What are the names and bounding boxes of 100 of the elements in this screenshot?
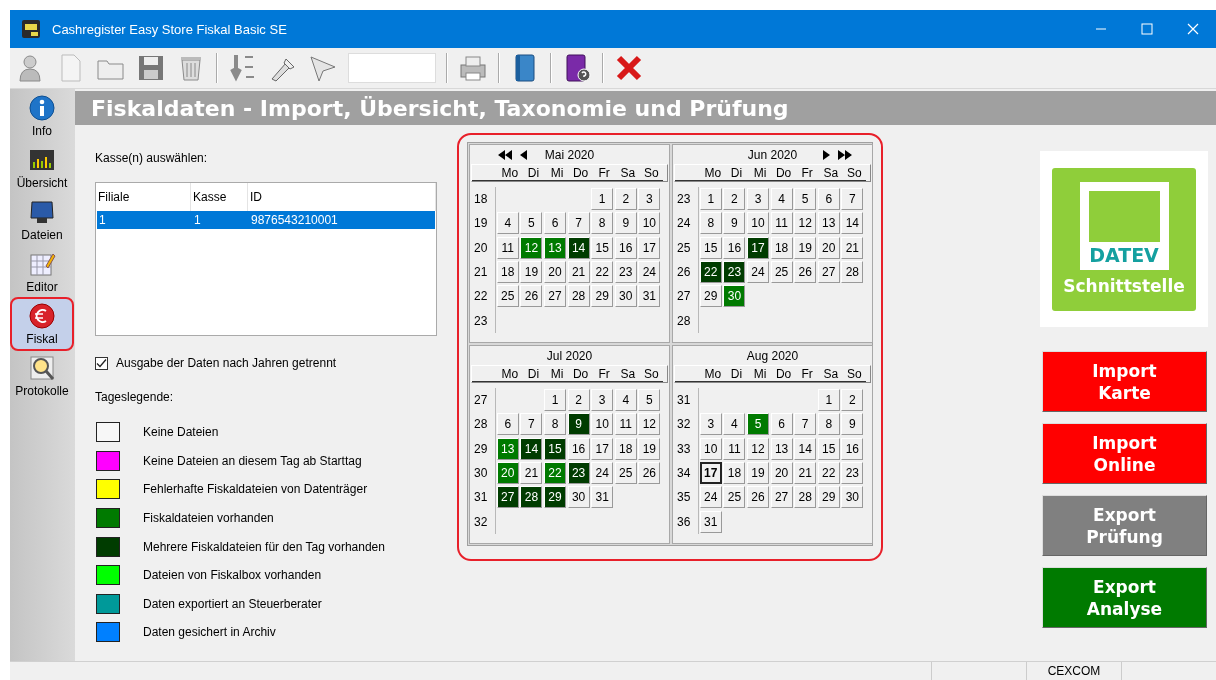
day-cell[interactable]: 2 (567, 389, 590, 412)
day-cell[interactable]: 8 (699, 212, 722, 235)
day-cell[interactable]: 10 (699, 437, 722, 460)
day-cell[interactable]: 16 (841, 437, 864, 460)
day-cell[interactable]: 8 (544, 413, 566, 436)
day-cell[interactable]: 28 (841, 261, 864, 284)
day-cell[interactable]: 26 (794, 261, 817, 284)
day-cell[interactable]: 13 (817, 212, 840, 235)
day-cell[interactable]: 27 (817, 261, 840, 284)
action-button[interactable]: Import Karte (1042, 351, 1207, 412)
day-cell[interactable]: 4 (723, 413, 746, 436)
day-cell[interactable]: 23 (567, 462, 590, 485)
day-cell[interactable]: 2 (723, 188, 746, 211)
day-cell[interactable]: 23 (841, 462, 864, 485)
right-arrow-icon[interactable] (823, 149, 831, 160)
day-cell[interactable]: 28 (520, 486, 543, 509)
save-icon[interactable] (136, 53, 166, 83)
day-cell[interactable]: 30 (723, 285, 746, 308)
day-cell[interactable]: 7 (520, 413, 543, 436)
day-cell[interactable]: 23 (723, 261, 746, 284)
day-cell[interactable]: 10 (747, 212, 769, 235)
day-cell[interactable]: 16 (614, 236, 637, 259)
day-cell[interactable]: 1 (591, 188, 614, 211)
day-cell[interactable]: 5 (638, 389, 661, 412)
sidebar-item[interactable]: Info (12, 91, 72, 141)
day-cell[interactable]: 17 (699, 462, 722, 485)
day-cell[interactable]: 5 (794, 188, 817, 211)
day-cell[interactable]: 12 (520, 236, 543, 259)
day-cell[interactable]: 7 (841, 188, 864, 211)
day-cell[interactable]: 12 (747, 437, 769, 460)
close-icon[interactable] (1187, 23, 1199, 35)
printer-icon[interactable] (458, 53, 488, 83)
sidebar-item[interactable]: Dateien (12, 195, 72, 245)
day-cell[interactable]: 9 (614, 212, 637, 235)
day-cell[interactable]: 16 (567, 437, 590, 460)
day-cell[interactable]: 16 (723, 236, 746, 259)
day-cell[interactable]: 25 (614, 462, 637, 485)
day-cell[interactable]: 21 (794, 462, 817, 485)
day-cell[interactable]: 18 (723, 462, 746, 485)
day-cell[interactable]: 5 (747, 413, 769, 436)
day-cell[interactable]: 26 (520, 285, 543, 308)
day-cell[interactable]: 9 (567, 413, 590, 436)
sidebar-item[interactable]: Editor (12, 247, 72, 297)
day-cell[interactable]: 17 (638, 236, 661, 259)
day-cell[interactable]: 25 (496, 285, 519, 308)
sidebar-item[interactable]: Protokolle (12, 351, 72, 401)
day-cell[interactable]: 1 (544, 389, 566, 412)
day-cell[interactable]: 29 (817, 486, 840, 509)
day-cell[interactable]: 14 (794, 437, 817, 460)
day-cell[interactable]: 10 (591, 413, 614, 436)
day-cell[interactable]: 11 (723, 437, 746, 460)
day-cell[interactable]: 14 (841, 212, 864, 235)
day-cell[interactable]: 15 (817, 437, 840, 460)
day-cell[interactable]: 4 (496, 212, 519, 235)
day-cell[interactable]: 18 (496, 261, 519, 284)
day-cell[interactable]: 9 (841, 413, 864, 436)
day-cell[interactable]: 1 (699, 188, 722, 211)
day-cell[interactable]: 24 (699, 486, 722, 509)
day-cell[interactable]: 12 (638, 413, 661, 436)
table-row[interactable]: 1 1 9876543210001 (97, 211, 435, 229)
day-cell[interactable]: 22 (544, 462, 566, 485)
sidebar-item[interactable]: Fiskal (12, 299, 72, 349)
day-cell[interactable]: 14 (520, 437, 543, 460)
day-cell[interactable]: 18 (614, 437, 637, 460)
day-cell[interactable]: 8 (817, 413, 840, 436)
checkbox[interactable] (95, 356, 108, 370)
day-cell[interactable]: 6 (544, 212, 566, 235)
day-cell[interactable]: 3 (638, 188, 661, 211)
double-right-arrow-icon[interactable] (838, 149, 853, 160)
day-cell[interactable]: 19 (520, 261, 543, 284)
day-cell[interactable]: 30 (567, 486, 590, 509)
day-cell[interactable]: 14 (567, 236, 590, 259)
day-cell[interactable]: 19 (747, 462, 769, 485)
day-cell[interactable]: 19 (638, 437, 661, 460)
day-cell[interactable]: 30 (841, 486, 864, 509)
day-cell[interactable]: 26 (747, 486, 769, 509)
day-cell[interactable]: 27 (544, 285, 566, 308)
toolbar-field[interactable] (348, 53, 436, 83)
day-cell[interactable]: 20 (496, 462, 519, 485)
close-icon[interactable] (614, 53, 644, 83)
day-cell[interactable]: 18 (770, 236, 793, 259)
day-cell[interactable]: 11 (496, 236, 519, 259)
day-cell[interactable]: 6 (770, 413, 793, 436)
day-cell[interactable]: 7 (567, 212, 590, 235)
day-cell[interactable]: 11 (614, 413, 637, 436)
day-cell[interactable]: 3 (747, 188, 769, 211)
day-cell[interactable]: 29 (591, 285, 614, 308)
day-cell[interactable]: 25 (770, 261, 793, 284)
day-cell[interactable]: 17 (747, 236, 769, 259)
left-arrow-icon[interactable] (519, 149, 527, 160)
maximize-icon[interactable] (1141, 23, 1153, 35)
day-cell[interactable]: 30 (614, 285, 637, 308)
day-cell[interactable]: 29 (544, 486, 566, 509)
day-cell[interactable]: 24 (638, 261, 661, 284)
day-cell[interactable]: 28 (794, 486, 817, 509)
day-cell[interactable]: 15 (591, 236, 614, 259)
day-cell[interactable]: 6 (817, 188, 840, 211)
action-button[interactable]: Export Analyse (1042, 567, 1207, 628)
day-cell[interactable]: 21 (567, 261, 590, 284)
day-cell[interactable]: 4 (614, 389, 637, 412)
